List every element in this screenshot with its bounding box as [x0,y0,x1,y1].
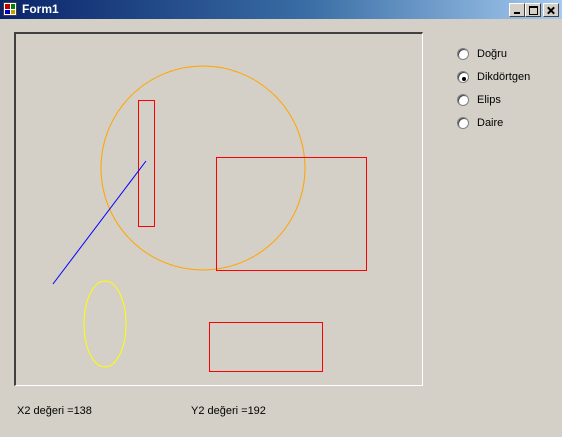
drawing-surface[interactable] [16,34,422,386]
radio-button-icon[interactable] [457,71,469,83]
drawn-rectangle [216,157,367,271]
x2-value-label: X2 değeri =138 [17,405,92,417]
y2-value-label: Y2 değeri =192 [191,405,266,417]
radio-button-icon[interactable] [457,94,469,106]
radio-label-daire: Daire [477,117,504,129]
radio-button-icon[interactable] [457,48,469,60]
form1-window: Form1 Doğru Dikdörtgen Elips Daire X2 de… [0,0,562,437]
drawn-rectangle [209,322,323,372]
drawn-ellipse [83,280,127,368]
window-title: Form1 [22,2,59,16]
drawn-circle [100,65,306,271]
drawing-canvas[interactable] [14,32,423,386]
title-bar[interactable]: Form1 [0,0,562,19]
drawn-rectangle [138,100,155,227]
radio-elips[interactable]: Elips [457,93,557,109]
drawn-line [52,160,147,285]
radio-label-elips: Elips [477,94,501,106]
minimize-button[interactable] [509,3,525,17]
radio-daire[interactable]: Daire [457,116,557,132]
form-app-icon[interactable] [3,2,17,16]
radio-dogru[interactable]: Doğru [457,47,557,63]
radio-selected-dot [462,77,466,81]
close-button[interactable] [543,3,559,17]
radio-button-icon[interactable] [457,117,469,129]
maximize-button[interactable] [525,3,541,17]
radio-label-dikdortgen: Dikdörtgen [477,71,531,83]
radio-dikdortgen[interactable]: Dikdörtgen [457,70,557,86]
radio-label-dogru: Doğru [477,48,507,60]
